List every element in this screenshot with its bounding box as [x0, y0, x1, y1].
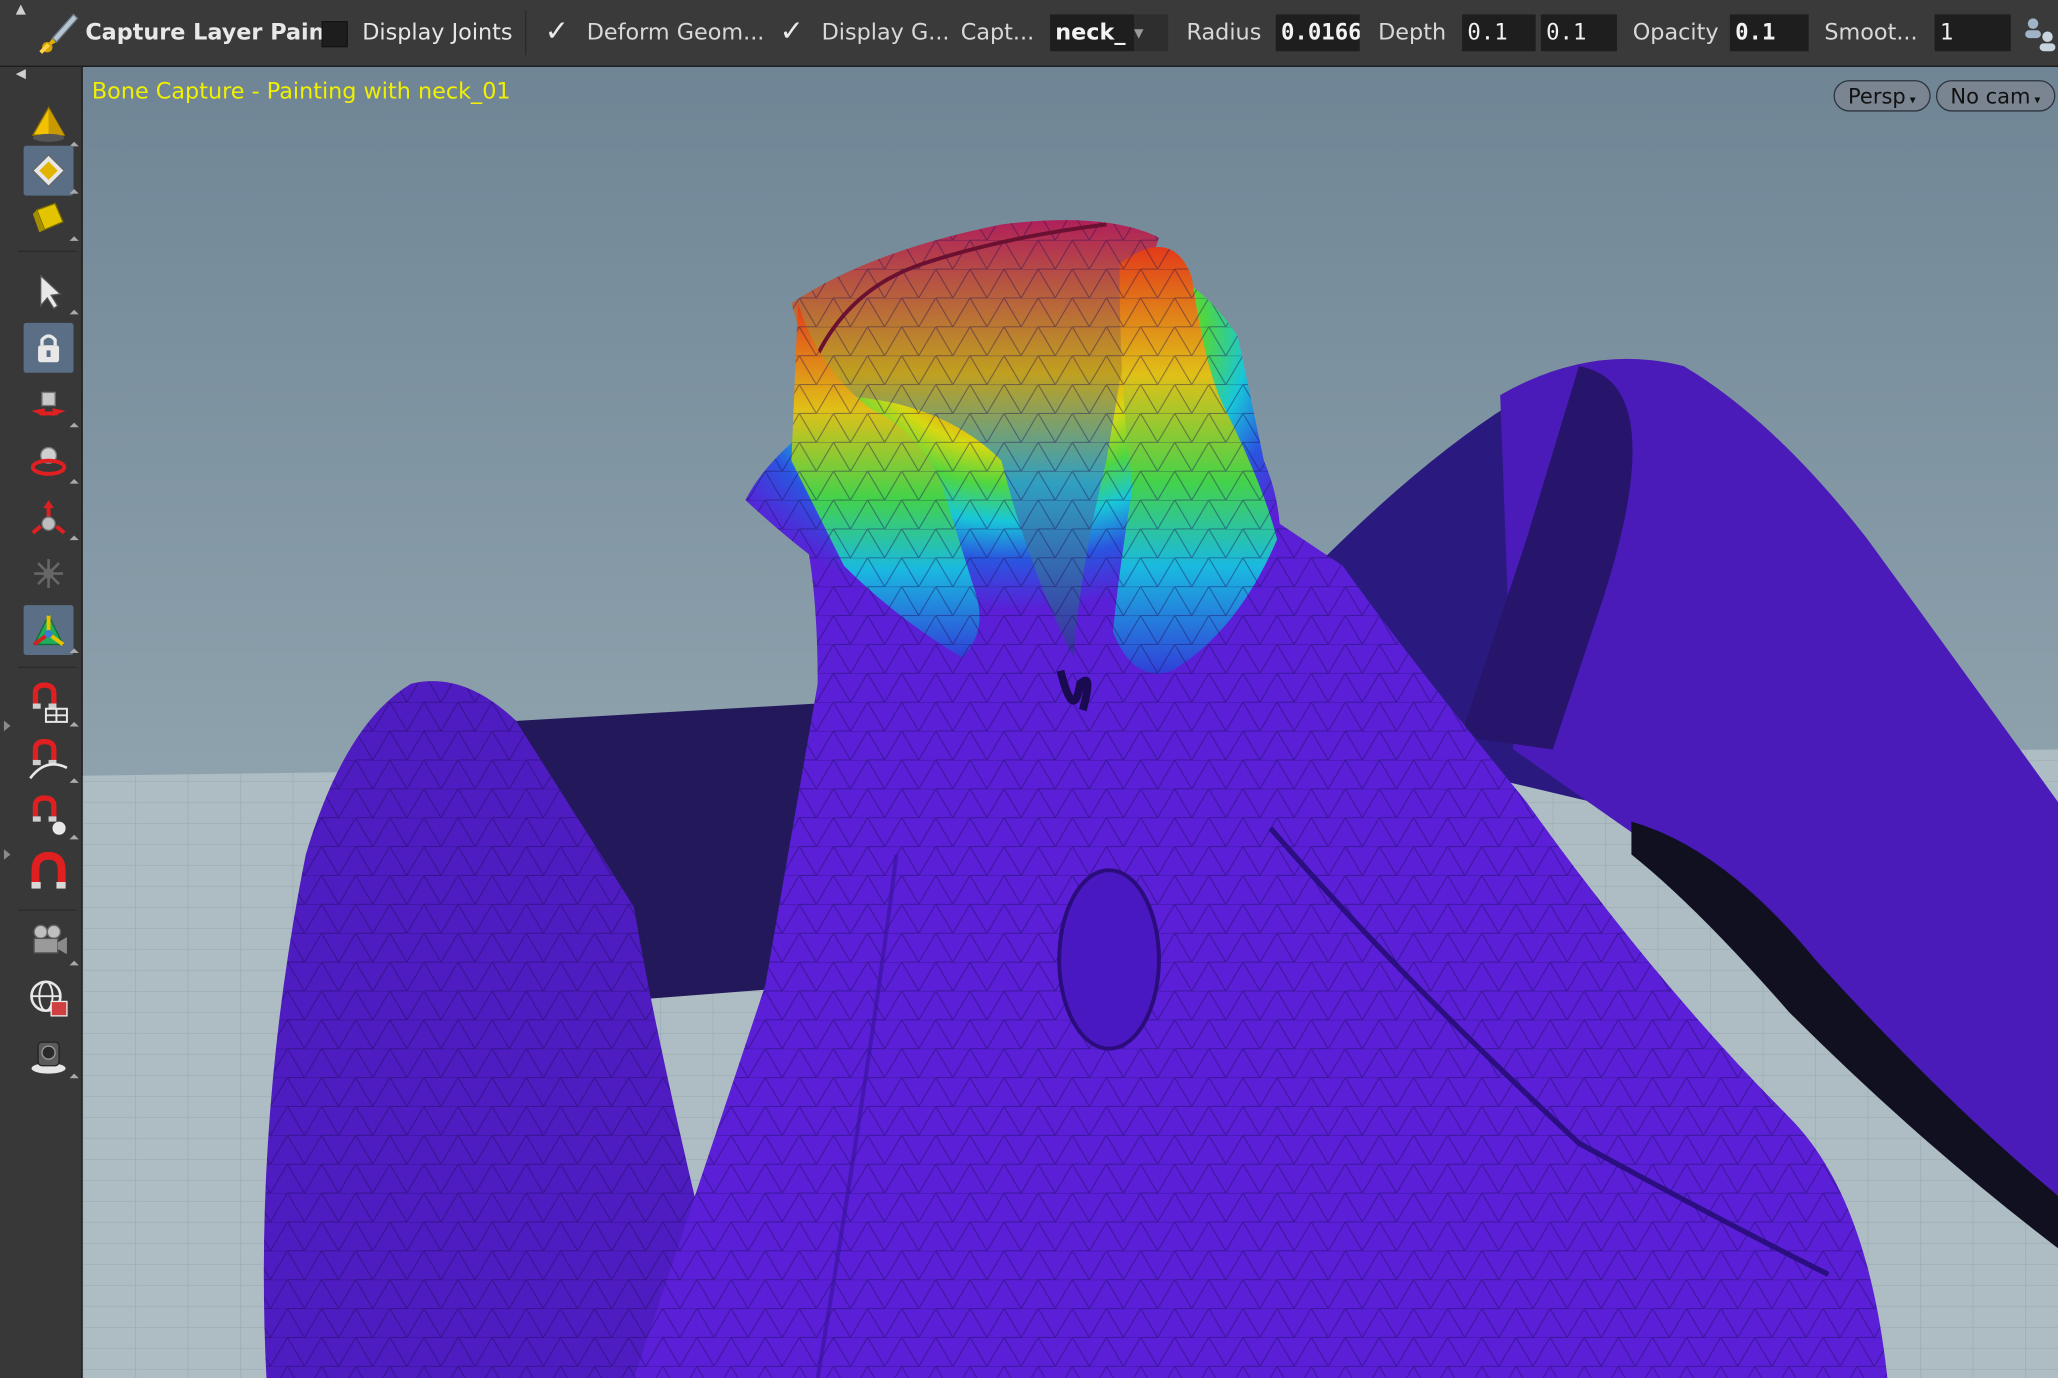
perspective-menu-label: Persp	[1848, 84, 1906, 109]
collapse-arrow-icon[interactable]: ▲	[16, 3, 26, 17]
chevron-down-icon: ▾	[2034, 94, 2041, 108]
opacity-field[interactable]: 0.1	[1729, 14, 1809, 52]
camera-icon[interactable]	[24, 917, 79, 970]
display-joints-checkbox[interactable]	[321, 21, 348, 48]
lock-icon[interactable]	[23, 322, 74, 373]
dynamics-mode-icon[interactable]	[24, 193, 79, 246]
move-tool-icon[interactable]	[24, 379, 79, 432]
depth-label: Depth	[1378, 19, 1447, 46]
capture-label: Capt...	[960, 19, 1035, 46]
paint-brush-icon	[37, 0, 82, 66]
chevron-down-icon: ▾	[1909, 94, 1916, 108]
radius-field[interactable]: 0.0166	[1275, 14, 1360, 52]
snap-curve-icon[interactable]	[24, 735, 79, 788]
pose-tool-icon[interactable]	[24, 549, 74, 599]
component-mode-icon[interactable]	[23, 145, 79, 199]
handle-tool-icon[interactable]	[23, 605, 79, 658]
viewport-status-title: Bone Capture - Painting with neck_01	[91, 78, 511, 105]
rotate-tool-icon[interactable]	[24, 436, 79, 489]
scale-tool-icon[interactable]	[24, 492, 79, 545]
radius-label: Radius	[1186, 19, 1262, 46]
3d-viewport[interactable]: Bone Capture - Painting with neck_01 Per…	[82, 66, 2058, 1378]
perspective-menu-button[interactable]: Persp ▾	[1833, 80, 1931, 112]
scene-render[interactable]	[82, 66, 2058, 1378]
depth-field-1[interactable]: 0.1	[1462, 14, 1536, 52]
view-globe-icon[interactable]	[24, 974, 74, 1024]
object-mode-icon[interactable]	[24, 98, 79, 151]
snap-point-icon[interactable]	[24, 791, 79, 844]
display-g-checkbox[interactable]: ✓	[780, 16, 804, 49]
tool-shelf: ◀	[0, 66, 83, 1378]
deform-geom-label: Deform Geom...	[586, 19, 765, 46]
deform-geom-checkbox[interactable]: ✓	[545, 16, 569, 49]
tool-title: Capture Layer Paint	[85, 19, 336, 46]
snap-grid-icon[interactable]	[24, 679, 79, 732]
smooth-label: Smoot...	[1824, 19, 1918, 46]
display-g-label: Display G...	[821, 19, 950, 46]
select-arrow-icon[interactable]	[24, 266, 79, 319]
display-joints-label: Display Joints	[362, 19, 513, 46]
magnet-icon[interactable]	[24, 848, 74, 898]
camera-menu-button[interactable]: No cam ▾	[1935, 80, 2055, 112]
layer-options-icon[interactable]	[2021, 0, 2058, 66]
capture-region-field[interactable]: neck_	[1050, 14, 1134, 52]
operation-toolbar: ▲ Capture Layer Paint Display Joints ✓ D…	[0, 0, 2058, 67]
opacity-label: Opacity	[1632, 19, 1719, 46]
shelf-collapse-arrow-icon[interactable]: ◀	[16, 67, 26, 81]
capture-dropdown-button[interactable]: ▼	[1134, 14, 1169, 52]
smooth-field[interactable]: 1	[1934, 14, 2011, 52]
camera-menu-label: No cam	[1950, 84, 2031, 109]
depth-field-2[interactable]: 0.1	[1540, 14, 1617, 52]
render-icon[interactable]	[24, 1030, 79, 1083]
